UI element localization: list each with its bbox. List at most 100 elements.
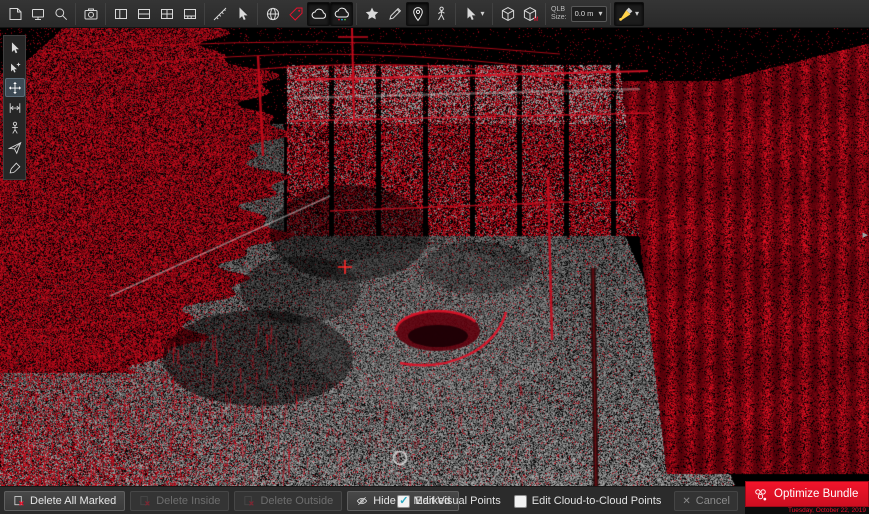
edit-visual-points-checkbox-box[interactable]: ✓ [397,495,410,508]
pencil-icon [387,6,403,22]
pick-button[interactable] [231,2,254,26]
favorite-button[interactable] [360,2,383,26]
cancel-button[interactable]: ✕ Cancel [674,491,738,511]
delete-all-marked-button[interactable]: Delete All Marked [4,491,125,511]
cursor-icon [235,6,251,22]
delete-inside-label: Delete Inside [156,495,220,507]
point-cloud-canvas[interactable] [0,28,869,486]
viewport[interactable]: ▸ [0,28,869,486]
edit-visual-points-checkbox[interactable]: ✓ Edit Visual Points [397,495,500,508]
view1-icon [113,6,129,22]
split-view-button[interactable] [132,2,155,26]
cloud2-icon [334,6,350,22]
zoom-window-button[interactable] [49,2,72,26]
point-cloud-button[interactable] [307,2,330,26]
drop-pin-button[interactable] [406,2,429,26]
selection-mode-button[interactable]: ▾ [459,2,489,26]
annotate-button[interactable] [383,2,406,26]
qlb-size-value: 0.0 m [575,9,594,18]
paint-select-tool-button[interactable] [5,158,25,177]
walk-mode-button[interactable] [429,2,452,26]
view4-icon [182,6,198,22]
fly-mode-tool-button[interactable] [5,138,25,157]
monitor-icon [30,6,46,22]
edit-visual-points-label: Edit Visual Points [415,495,500,507]
person-view-tool-button[interactable] [5,118,25,137]
qlb-size-group: QLBSize: 0.0 m ▾ [549,6,607,22]
cursor-icon [8,41,22,55]
note-icon [7,6,23,22]
bottom-toolbar: Delete All Marked Delete Inside Delete Out… [0,486,869,514]
panel-expander[interactable]: ▸ [862,230,868,241]
toolbar-separator [105,3,106,25]
measure-distance-tool-button[interactable] [5,98,25,117]
hide-icon [356,495,368,507]
toolbar-separator [492,3,493,25]
star-icon [364,6,380,22]
cubem-icon [523,6,539,22]
cloud-color-button[interactable] [330,2,353,26]
move-icon [8,81,22,95]
dist-icon [8,101,22,115]
cursor-star-icon [8,61,22,75]
image-strip-button[interactable] [178,2,201,26]
cube-icon [500,6,516,22]
flash-icon [618,6,634,22]
doc-x-icon [139,495,151,507]
select-mark-tool-button[interactable] [5,58,25,77]
chevron-down-icon: ▾ [599,9,603,18]
delete-inside-button: Delete Inside [130,491,229,511]
chevron-down-icon: ▾ [635,9,639,18]
toolbar-separator [356,3,357,25]
model-manager-button[interactable] [519,2,542,26]
edit-cloud-to-cloud-checkbox-box[interactable] [514,495,527,508]
measure-button[interactable] [208,2,231,26]
pan-tool-button[interactable] [5,78,25,97]
globe-icon [265,6,281,22]
select-tool-button[interactable] [5,38,25,57]
optimize-area: Optimize Bundle Tuesday, October 22, 201… [745,481,869,514]
qlb-size-dropdown[interactable]: 0.0 m ▾ [571,6,607,22]
status-date: Tuesday, October 22, 2019 [745,507,869,514]
view2-icon [136,6,152,22]
toolbar-separator [610,3,611,25]
toolbar-separator [204,3,205,25]
orbit-button[interactable] [261,2,284,26]
doc-x-icon [13,495,25,507]
app-window: ▾QLBSize:0.0 m▾▾ ▸ Delete All MarkedDele… [0,0,869,514]
snapshot-button[interactable] [79,2,102,26]
bundle-icon [753,487,768,502]
zoom-icon [53,6,69,22]
single-view-button[interactable] [109,2,132,26]
toolbar-separator [455,3,456,25]
toolbar-separator [257,3,258,25]
qlb-label-line2: Size: [551,14,567,22]
optimize-bundle-button[interactable]: Optimize Bundle [745,481,869,507]
note-button[interactable] [3,2,26,26]
edit-checkboxes: ✓ Edit Visual Points Edit Cloud-to-Cloud P… [397,495,661,508]
optimize-bundle-label: Optimize Bundle [774,488,858,500]
pin-icon [410,6,426,22]
top-toolbar: ▾ QLBSize: 0.0 m ▾ ▾ [0,0,869,28]
brush-icon [8,161,22,175]
edit-cloud-to-cloud-checkbox[interactable]: Edit Cloud-to-Cloud Points [514,495,662,508]
cursor-icon [463,6,479,22]
walk-icon [433,6,449,22]
qlb-label-line1: QLB [551,6,567,14]
qlb-size-label: QLBSize: [551,6,567,22]
fit-view-button[interactable] [26,2,49,26]
quad-view-button[interactable] [155,2,178,26]
view3-icon [159,6,175,22]
ruler-icon [212,6,228,22]
view-cube-button[interactable] [496,2,519,26]
tag-button[interactable] [284,2,307,26]
edit-cloud-to-cloud-label: Edit Cloud-to-Cloud Points [532,495,662,507]
chevron-down-icon: ▾ [480,9,484,18]
person-icon [8,121,22,135]
delete-outside-button: Delete Outside [234,491,342,511]
delete-all-marked-label: Delete All Marked [30,495,116,507]
flashlight-button[interactable]: ▾ [614,2,644,26]
doc-x-icon [243,495,255,507]
cloud-icon [311,6,327,22]
toolbar-separator [545,3,546,25]
